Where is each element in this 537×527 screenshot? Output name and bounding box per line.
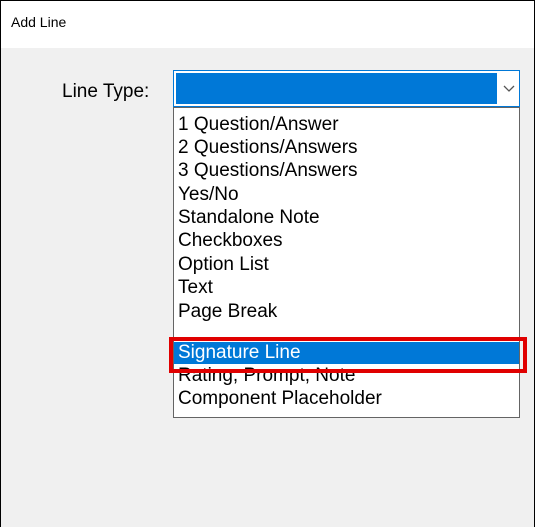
dialog-title: Add Line xyxy=(11,14,67,30)
line-type-selected-value xyxy=(176,73,497,104)
option-2-questions-answers[interactable]: 2 Questions/Answers xyxy=(178,137,358,159)
line-type-select[interactable] xyxy=(173,70,520,107)
line-type-label: Line Type: xyxy=(62,81,150,102)
signature-line-highlight-box xyxy=(169,337,527,373)
option-component-placeholder[interactable]: Component Placeholder xyxy=(178,388,382,410)
option-page-break[interactable]: Page Break xyxy=(178,301,277,323)
option-option-list[interactable]: Option List xyxy=(178,254,269,276)
option-text[interactable]: Text xyxy=(178,277,213,299)
option-yes-no[interactable]: Yes/No xyxy=(178,184,239,206)
chevron-down-icon[interactable] xyxy=(501,80,517,96)
title-bar: Add Line xyxy=(1,1,534,48)
option-standalone-note[interactable]: Standalone Note xyxy=(178,207,320,229)
option-checkboxes[interactable]: Checkboxes xyxy=(178,230,283,252)
option-3-questions-answers[interactable]: 3 Questions/Answers xyxy=(178,160,358,182)
option-1-question-answer[interactable]: 1 Question/Answer xyxy=(178,114,339,136)
